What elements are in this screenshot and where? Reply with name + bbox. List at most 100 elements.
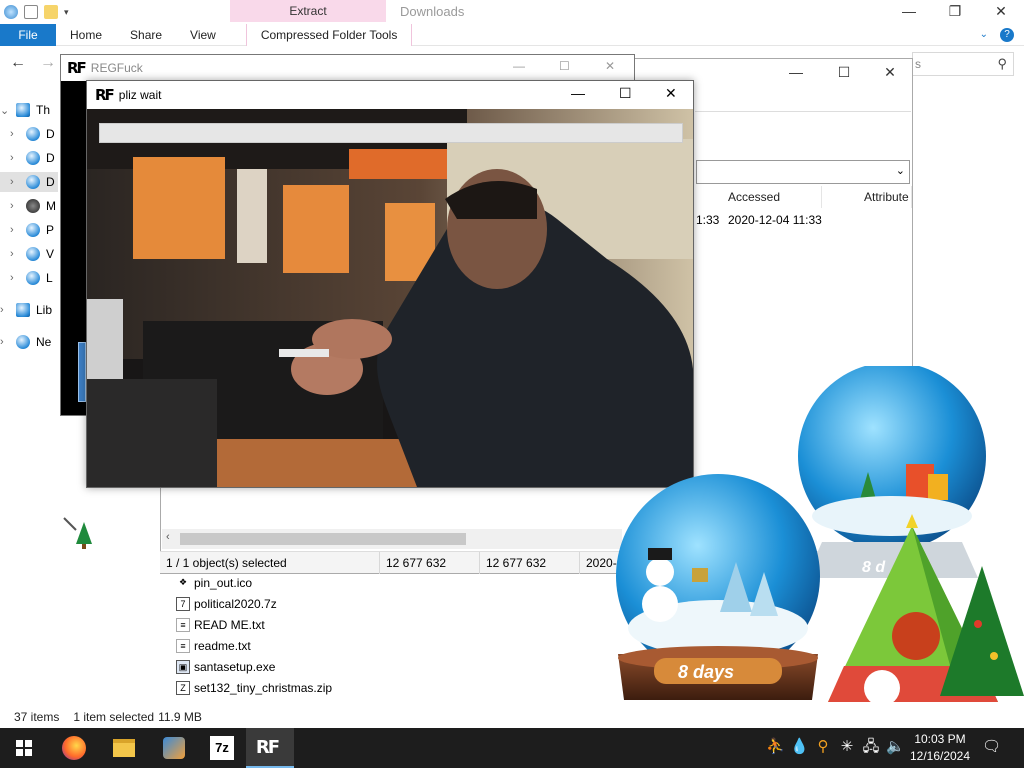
system-clock[interactable]: 10:03 PM 12/16/2024 xyxy=(904,731,976,765)
title-bar: RF pliz wait — ☐ ✕ xyxy=(87,81,693,109)
firefox-icon xyxy=(62,736,86,760)
chevron-right-icon: › xyxy=(0,336,4,348)
tab-file[interactable]: File xyxy=(0,24,56,46)
start-button[interactable] xyxy=(0,728,48,768)
close-button[interactable]: ✕ xyxy=(605,59,615,73)
tab-share[interactable]: Share xyxy=(116,24,176,46)
nav-item-drive[interactable]: › D xyxy=(10,148,55,168)
navigation-pane: ⌄ Th › D › D › D › M › P › V › L › Lib › Ne xyxy=(0,96,60,366)
list-item[interactable]: ▣ santasetup.exe xyxy=(176,656,476,677)
horizontal-scrollbar[interactable]: ‹ xyxy=(162,529,622,549)
libraries-icon xyxy=(16,303,30,317)
list-item[interactable]: Zset132_tiny_christmas.zip xyxy=(176,677,476,698)
explorer-app-icon xyxy=(4,5,18,19)
ribbon-expand-icon[interactable]: ⌄ xyxy=(980,29,988,40)
search-box[interactable]: s ⚲ xyxy=(912,52,1014,76)
droplet-icon[interactable]: 💧 xyxy=(790,738,809,756)
tree-icon xyxy=(63,517,92,549)
list-item[interactable]: ❖ pin_out.ico xyxy=(176,572,476,593)
search-icon: ⚲ xyxy=(997,56,1007,71)
taskbar-firefox[interactable] xyxy=(50,728,98,768)
nav-item-libraries[interactable]: › Lib xyxy=(0,300,52,320)
globe-left-label: 8 days xyxy=(678,662,734,682)
videos-icon xyxy=(26,247,40,261)
nav-item-network[interactable]: › Ne xyxy=(0,332,51,352)
file-list: ❖ pin_out.ico 7 political2020.7z ≡ READ ME.… xyxy=(176,572,476,698)
taskbar: 7z RF ⛹ 💧 ⚲ ✳ 🖧 🔈 10:03 PM 12/16/2024 🗨 xyxy=(0,728,1024,768)
notification-icon[interactable]: 🗨 xyxy=(982,738,1001,756)
file-name: set132_tiny_christmas.zip xyxy=(194,680,333,695)
taskbar-7zip[interactable]: 7z xyxy=(198,728,246,768)
people-icon[interactable]: ⛹ xyxy=(766,738,785,756)
nav-item-drive[interactable]: › D xyxy=(10,124,55,144)
minimize-button[interactable]: — xyxy=(513,59,525,73)
context-tab-group: Extract xyxy=(230,0,386,22)
snow-globe-gadgets: 8 d 8 days xyxy=(616,366,1024,706)
search-tray-icon[interactable]: ⚲ xyxy=(814,738,832,756)
chevron-right-icon: › xyxy=(10,152,14,164)
network-tray-icon[interactable]: 🖧 xyxy=(862,738,880,756)
window-title: pliz wait xyxy=(118,88,162,102)
properties-icon[interactable] xyxy=(24,5,38,19)
chevron-right-icon: › xyxy=(10,176,14,188)
new-folder-icon[interactable] xyxy=(44,5,58,19)
chevron-down-icon: ⌄ xyxy=(895,165,905,177)
scroll-thumb[interactable] xyxy=(180,533,466,545)
nav-item-drive-selected[interactable]: › D xyxy=(0,172,58,192)
chevron-right-icon: › xyxy=(10,248,14,260)
tab-view[interactable]: View xyxy=(176,24,230,46)
minimize-button[interactable]: — xyxy=(886,0,932,22)
maximize-button[interactable]: ☐ xyxy=(619,85,632,102)
scroll-left-icon[interactable]: ‹ xyxy=(166,531,170,543)
nav-item-this-pc[interactable]: ⌄ Th xyxy=(0,100,50,120)
column-header-attribute[interactable]: Attribute xyxy=(858,186,912,208)
taskbar-regfuck[interactable]: RF xyxy=(246,728,294,768)
maximize-button[interactable]: ❐ xyxy=(932,0,978,22)
close-button[interactable]: ✕ xyxy=(867,61,913,83)
search-placeholder: s xyxy=(915,57,921,71)
back-arrow-icon[interactable]: ← xyxy=(10,54,26,72)
list-item[interactable]: ≡ readme.txt xyxy=(176,635,476,656)
close-button[interactable]: ✕ xyxy=(978,0,1024,22)
chevron-right-icon: › xyxy=(10,200,14,212)
tab-home[interactable]: Home xyxy=(56,24,116,46)
start-icon xyxy=(16,740,32,756)
progress-bar xyxy=(99,123,683,143)
selection-count: 1 / 1 object(s) selected xyxy=(160,551,380,574)
filter-dropdown[interactable]: ⌄ xyxy=(696,160,910,184)
maximize-button[interactable]: ☐ xyxy=(821,61,867,83)
volume-icon[interactable]: 🔈 xyxy=(886,738,905,756)
clock-time: 10:03 PM xyxy=(914,732,966,746)
list-item[interactable]: 7 political2020.7z xyxy=(176,593,476,614)
column-header-accessed[interactable]: Accessed xyxy=(722,186,822,208)
nav-item-music[interactable]: › M xyxy=(10,196,56,216)
snow-globe-right: 8 d xyxy=(798,366,986,578)
selection-size: 11.9 MB xyxy=(158,710,202,724)
nav-item-videos[interactable]: › V xyxy=(10,244,54,264)
nav-item-drive[interactable]: › L xyxy=(10,268,53,288)
nav-item-pictures[interactable]: › P xyxy=(10,220,54,240)
help-icon[interactable]: ? xyxy=(1000,27,1014,42)
file-name: pin_out.ico xyxy=(194,575,253,590)
list-item[interactable]: ≡ READ ME.txt xyxy=(176,614,476,635)
forward-arrow-icon[interactable]: → xyxy=(40,54,56,72)
close-button[interactable]: ✕ xyxy=(665,85,677,102)
file-name: political2020.7z xyxy=(194,596,277,611)
taskbar-paint[interactable] xyxy=(150,728,198,768)
chevron-right-icon: › xyxy=(10,272,14,284)
tab-compressed-folder-tools[interactable]: Compressed Folder Tools xyxy=(245,24,413,46)
maximize-button[interactable]: ☐ xyxy=(559,59,570,73)
chevron-down-icon: ⌄ xyxy=(0,104,10,117)
snowflake-icon[interactable]: ✳ xyxy=(838,738,856,756)
minimize-button[interactable]: — xyxy=(773,61,819,83)
file-name: READ ME.txt xyxy=(194,617,265,632)
items-count: 37 items xyxy=(14,710,60,724)
drive-icon xyxy=(26,127,40,141)
nav-label: D xyxy=(46,175,55,189)
taskbar-file-explorer[interactable] xyxy=(100,728,148,768)
rf-logo-icon: RF xyxy=(95,86,115,104)
qat-dropdown-icon[interactable]: ▾ xyxy=(64,7,69,18)
window-title: REGFuck xyxy=(90,61,143,75)
chevron-right-icon: › xyxy=(0,304,4,316)
minimize-button[interactable]: — xyxy=(571,85,585,101)
